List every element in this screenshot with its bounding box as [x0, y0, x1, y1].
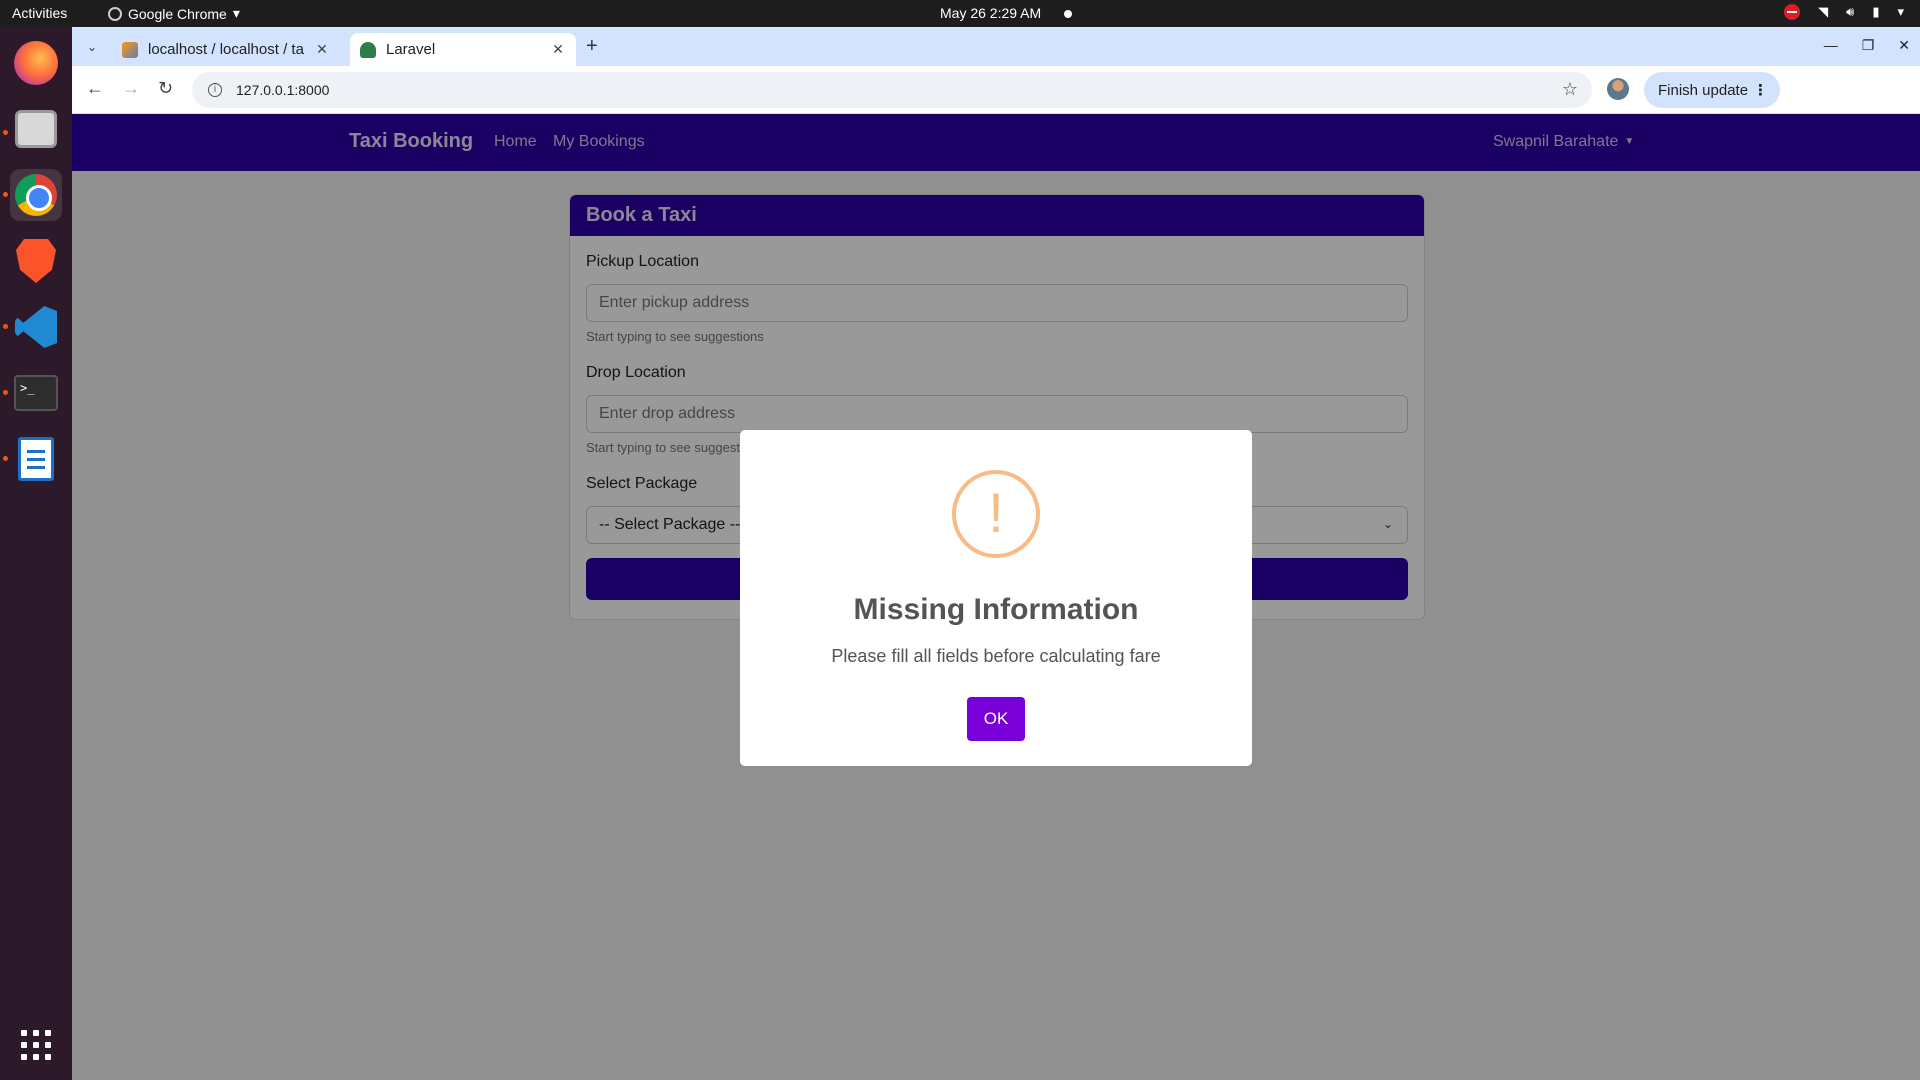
app-menu[interactable]: Google Chrome ▾	[108, 5, 240, 22]
reload-icon[interactable]: ↻	[158, 78, 173, 99]
volume-icon: 🔊︎	[1846, 4, 1855, 19]
notification-dot-icon	[1064, 10, 1072, 18]
app-menu-label: Google Chrome	[128, 5, 227, 22]
back-arrow-icon[interactable]: ←	[86, 78, 104, 99]
running-indicator	[3, 324, 8, 329]
terminal-icon: >_	[14, 375, 58, 411]
minimize-icon[interactable]: —	[1824, 37, 1838, 54]
chevron-down-icon: ⌄	[86, 40, 98, 54]
chrome-icon	[108, 6, 122, 21]
app-grid-icon	[21, 1030, 51, 1060]
restore-icon[interactable]: ❐	[1862, 37, 1875, 54]
clock[interactable]: May 26 2:29 AM	[940, 5, 1041, 21]
dock-brave[interactable]	[10, 235, 62, 287]
page-content: Taxi Booking Home My Bookings Swapnil Ba…	[72, 114, 1920, 1080]
browser-toolbar: ← → ↻ i 127.0.0.1:8000 ☆ Finish update ⋮	[72, 66, 1920, 114]
close-icon[interactable]: ✕	[314, 41, 330, 58]
finish-update-button[interactable]: Finish update ⋮	[1644, 72, 1780, 108]
site-info-icon[interactable]: i	[208, 83, 222, 97]
phpmyadmin-icon	[122, 41, 138, 58]
more-menu-icon: ⋮	[1753, 82, 1768, 99]
dock-chrome[interactable]	[10, 169, 62, 221]
activities-button[interactable]: Activities	[12, 5, 67, 21]
tab-laravel[interactable]: Laravel ✕	[350, 33, 576, 66]
new-tab-button[interactable]: +	[586, 35, 598, 58]
dock-terminal[interactable]: >_	[10, 367, 62, 419]
address-bar[interactable]: i 127.0.0.1:8000 ☆	[192, 72, 1592, 108]
dialog-title: Missing Information	[853, 593, 1139, 626]
chrome-icon	[15, 174, 57, 216]
chevron-down-icon: ▾	[232, 5, 240, 21]
tab-phpmyadmin[interactable]: localhost / localhost / ta ✕	[112, 33, 340, 66]
system-top-bar: Activities Google Chrome ▾ May 26 2:29 A…	[0, 0, 1920, 27]
taxi-icon	[360, 41, 376, 58]
tab-search-button[interactable]: ⌄	[80, 35, 104, 59]
close-icon[interactable]: ✕	[550, 41, 566, 58]
writer-icon	[18, 437, 54, 481]
warning-icon: !	[952, 470, 1040, 558]
chevron-down-icon: ▾	[1897, 4, 1904, 19]
battery-icon: ▮	[1872, 4, 1880, 19]
profile-avatar[interactable]	[1607, 78, 1629, 100]
dock: >_	[0, 27, 72, 1080]
do-not-disturb-icon	[1784, 4, 1801, 20]
alert-dialog: ! Missing Information Please fill all fi…	[740, 430, 1252, 766]
window-controls: — ❐ ✕	[1824, 37, 1910, 54]
firefox-icon	[14, 41, 58, 85]
close-icon[interactable]: ✕	[1898, 37, 1910, 54]
show-apps-button[interactable]	[10, 1019, 62, 1071]
wifi-icon: ◥	[1818, 4, 1829, 19]
system-tray[interactable]: ◥ 🔊︎ ▮ ▾	[1784, 4, 1904, 20]
tab-strip: ⌄ localhost / localhost / ta ✕ Laravel ✕…	[72, 27, 1920, 66]
dialog-message: Please fill all fields before calculatin…	[831, 646, 1161, 666]
dock-firefox[interactable]	[10, 37, 62, 89]
tab-label: Laravel	[386, 41, 436, 58]
forward-arrow-icon[interactable]: →	[122, 78, 140, 99]
running-indicator	[3, 456, 8, 461]
finish-update-label: Finish update	[1658, 81, 1749, 99]
dock-vscode[interactable]	[10, 301, 62, 353]
tab-label: localhost / localhost / ta	[148, 41, 304, 58]
browser-window: ⌄ localhost / localhost / ta ✕ Laravel ✕…	[72, 27, 1920, 1080]
vscode-icon	[15, 306, 57, 348]
dock-files[interactable]	[10, 103, 62, 155]
files-icon	[15, 110, 57, 148]
bookmark-star-icon[interactable]: ☆	[1562, 79, 1578, 100]
running-indicator	[3, 130, 8, 135]
dock-writer[interactable]	[10, 433, 62, 485]
running-indicator	[3, 390, 8, 395]
ok-button[interactable]: OK	[967, 697, 1025, 741]
url-text: 127.0.0.1:8000	[236, 82, 330, 98]
brave-icon	[16, 239, 56, 283]
running-indicator	[3, 192, 8, 197]
